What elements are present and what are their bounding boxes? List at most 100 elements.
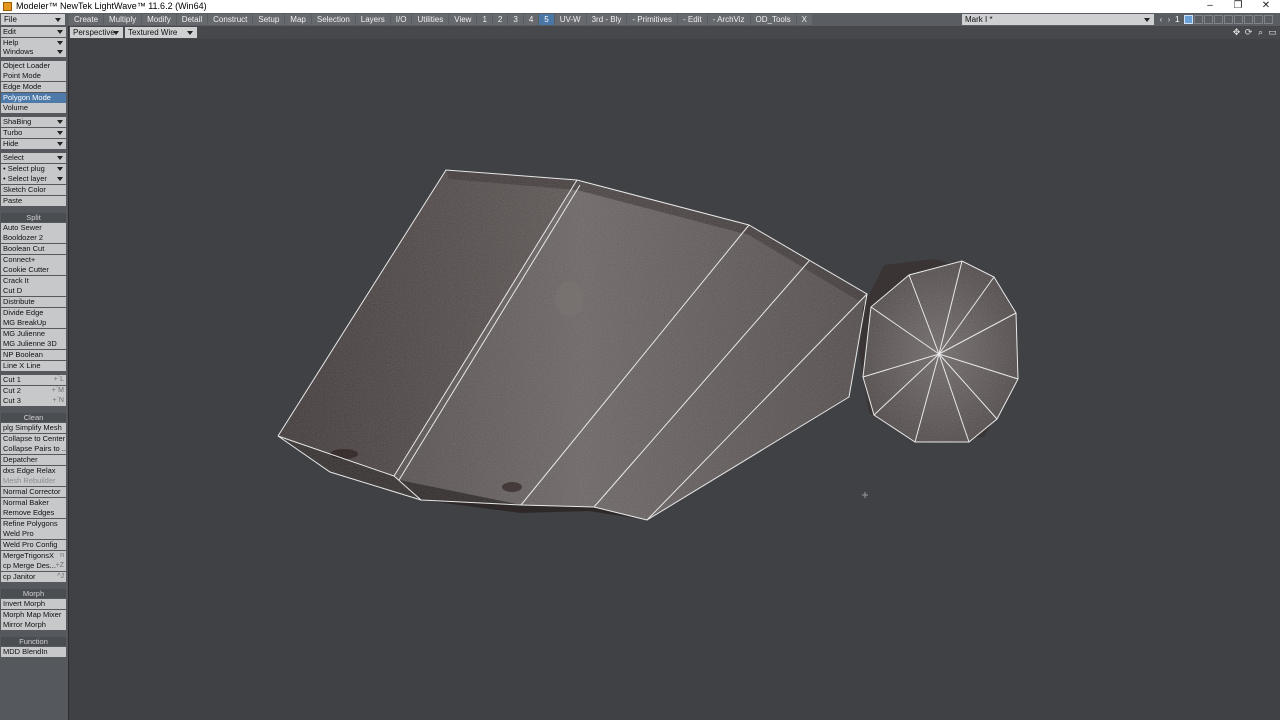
dxs-edge-relax-button[interactable]: dxs Edge Relax xyxy=(1,466,66,476)
tab-setup[interactable]: Setup xyxy=(253,14,285,25)
mg-julienne-button[interactable]: MG Julienne xyxy=(1,329,66,339)
restore-icon[interactable]: ❐ xyxy=(1224,0,1252,13)
crack-it-button[interactable]: Crack It xyxy=(1,276,66,286)
tab-layers[interactable]: Layers xyxy=(355,14,390,25)
tab-3[interactable]: 3 xyxy=(508,14,523,25)
layer-box[interactable] xyxy=(1234,15,1243,24)
layer-box[interactable] xyxy=(1254,15,1263,24)
perspective-viewport[interactable]: Perspective Textured Wire ✥ ⟳ ⌕ ▭ xyxy=(69,26,1280,720)
cut-3-button[interactable]: Cut 3 +`N xyxy=(1,396,66,406)
polygon-mode-button[interactable]: Polygon Mode xyxy=(1,93,66,103)
select-dropdown[interactable]: Select xyxy=(1,153,66,163)
cookie-cutter-button[interactable]: Cookie Cutter xyxy=(1,265,66,275)
depatcher-button[interactable]: Depatcher xyxy=(1,455,66,465)
tab-primitives[interactable]: - Primitives xyxy=(627,14,677,25)
cut-2-button[interactable]: Cut 2 +`M xyxy=(1,386,66,396)
next-layer-icon[interactable]: › xyxy=(1165,14,1173,25)
cut-1-button[interactable]: Cut 1 +`L xyxy=(1,375,66,385)
boolean-cut-button[interactable]: Boolean Cut xyxy=(1,244,66,254)
tab-archviz[interactable]: - ArchViz xyxy=(707,14,750,25)
mark-select-dropdown[interactable]: Mark I * xyxy=(962,14,1154,25)
volume-button[interactable]: Volume xyxy=(1,103,66,113)
morph-map-mixer-button[interactable]: Morph Map Mixer xyxy=(1,610,66,620)
tab-modify[interactable]: Modify xyxy=(142,14,176,25)
mg-julienne-3d-button[interactable]: MG Julienne 3D xyxy=(1,339,66,349)
auto-sewer-button[interactable]: Auto Sewer xyxy=(1,223,66,233)
tab-utilities[interactable]: Utilities xyxy=(412,14,449,25)
cp-janitor-button[interactable]: cp Janitor ^J xyxy=(1,572,66,582)
distribute-button[interactable]: Distribute xyxy=(1,297,66,307)
object-loader-button[interactable]: Object Loader xyxy=(1,61,66,71)
maximize-view-icon[interactable]: ▭ xyxy=(1267,27,1278,38)
booldozer-2-button[interactable]: Booldozer 2 xyxy=(1,233,66,243)
tab-i-o[interactable]: I/O xyxy=(390,14,412,25)
normal-corrector-button[interactable]: Normal Corrector xyxy=(1,487,66,497)
weld-pro-button[interactable]: Weld Pro xyxy=(1,529,66,539)
cut-d-button[interactable]: Cut D xyxy=(1,286,66,296)
select-layer-dropdown[interactable]: • Select layer xyxy=(1,174,66,184)
layer-box[interactable] xyxy=(1194,15,1203,24)
tab-map[interactable]: Map xyxy=(285,14,311,25)
merge-trigons-button[interactable]: MergeTrigonsX n xyxy=(1,551,66,561)
prev-layer-icon[interactable]: ‹ xyxy=(1157,14,1165,25)
turbo-dropdown[interactable]: Turbo xyxy=(1,128,66,138)
tab-x[interactable]: X xyxy=(796,14,812,25)
textured-mesh-object[interactable] xyxy=(278,170,1018,520)
mirror-morph-button[interactable]: Mirror Morph xyxy=(1,620,66,630)
mdd-blendin-button[interactable]: MDD BlendIn xyxy=(1,647,66,657)
tab-od-tools[interactable]: OD_Tools xyxy=(750,14,796,25)
cp-merge-button[interactable]: cp Merge Des... +Z xyxy=(1,561,66,571)
shading-dropdown[interactable]: ShaBing xyxy=(1,117,66,127)
render-style-dropdown[interactable]: Textured Wire xyxy=(125,27,197,38)
np-boolean-button[interactable]: NP Boolean xyxy=(1,350,66,360)
hide-dropdown[interactable]: Hide xyxy=(1,139,66,149)
collapse-pairs-button[interactable]: Collapse Pairs to ... xyxy=(1,444,66,454)
tab-view[interactable]: View xyxy=(449,14,477,25)
remove-edges-button[interactable]: Remove Edges xyxy=(1,508,66,518)
view-type-dropdown[interactable]: Perspective xyxy=(70,27,123,38)
connect-plus-button[interactable]: Connect+ xyxy=(1,255,66,265)
tab-2[interactable]: 2 xyxy=(492,14,508,25)
edge-mode-button[interactable]: Edge Mode xyxy=(1,82,66,92)
tab-construct[interactable]: Construct xyxy=(208,14,253,25)
plg-simplify-mesh-button[interactable]: plg Simplify Mesh xyxy=(1,423,66,433)
collapse-to-center-button[interactable]: Collapse to Center xyxy=(1,434,66,444)
close-icon[interactable]: ✕ xyxy=(1252,0,1280,13)
tab-selection[interactable]: Selection xyxy=(311,14,355,25)
tab-5[interactable]: 5 xyxy=(539,14,554,25)
normal-baker-button[interactable]: Normal Baker xyxy=(1,498,66,508)
mesh-canvas[interactable] xyxy=(69,39,1280,720)
tab-create[interactable]: Create xyxy=(69,14,104,25)
tab-3rd-bly[interactable]: 3rd - Bly xyxy=(586,14,627,25)
zoom-view-icon[interactable]: ⌕ xyxy=(1255,27,1266,38)
point-mode-button[interactable]: Point Mode xyxy=(1,71,66,81)
mg-breakup-button[interactable]: MG BreakUp xyxy=(1,318,66,328)
edit-menu[interactable]: Edit xyxy=(1,27,66,37)
layer-box[interactable] xyxy=(1244,15,1253,24)
tab-detail[interactable]: Detail xyxy=(176,14,208,25)
invert-morph-button[interactable]: Invert Morph xyxy=(1,599,66,609)
tab-uv-w[interactable]: UV-W xyxy=(554,14,586,25)
paste-button[interactable]: Paste xyxy=(1,196,66,206)
layer-box[interactable] xyxy=(1214,15,1223,24)
tab-edit[interactable]: - Edit xyxy=(677,14,707,25)
menu-bar: File Create Multiply Modify Detail Construct… xyxy=(0,13,1280,26)
sketch-color-button[interactable]: Sketch Color xyxy=(1,185,66,195)
layer-box[interactable] xyxy=(1204,15,1213,24)
rotate-view-icon[interactable]: ⟳ xyxy=(1243,27,1254,38)
layer-box[interactable] xyxy=(1264,15,1273,24)
weld-pro-config-button[interactable]: Weld Pro Config xyxy=(1,540,66,550)
layer-box[interactable] xyxy=(1184,15,1193,24)
refine-polygons-button[interactable]: Refine Polygons xyxy=(1,519,66,529)
minimize-icon[interactable]: – xyxy=(1196,0,1224,13)
windows-menu[interactable]: Windows xyxy=(1,47,66,57)
tab-multiply[interactable]: Multiply xyxy=(104,14,142,25)
divide-edge-button[interactable]: Divide Edge xyxy=(1,308,66,318)
tab-4[interactable]: 4 xyxy=(523,14,539,25)
select-plug-dropdown[interactable]: • Select plug xyxy=(1,164,66,174)
layer-box[interactable] xyxy=(1224,15,1233,24)
line-x-line-button[interactable]: Line X Line xyxy=(1,361,66,371)
move-view-icon[interactable]: ✥ xyxy=(1231,27,1242,38)
file-menu[interactable]: File xyxy=(1,14,65,25)
tab-1[interactable]: 1 xyxy=(477,14,492,25)
